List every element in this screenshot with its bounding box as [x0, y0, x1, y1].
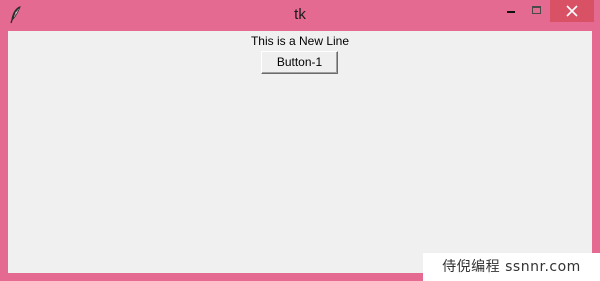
maximize-icon	[532, 6, 541, 14]
close-icon	[566, 5, 578, 17]
text-label: This is a New Line	[250, 34, 350, 48]
button-1[interactable]: Button-1	[261, 51, 338, 74]
watermark-text: 侍倪编程 ssnnr.com	[423, 253, 600, 281]
maximize-button[interactable]	[524, 0, 550, 22]
title-bar[interactable]: tk	[0, 0, 600, 30]
client-area: This is a New Line Button-1	[8, 31, 592, 273]
app-window: tk This is a New Line Button-1	[0, 0, 600, 281]
minimize-icon	[507, 11, 515, 13]
minimize-button[interactable]	[498, 0, 524, 22]
close-button[interactable]	[550, 0, 594, 22]
